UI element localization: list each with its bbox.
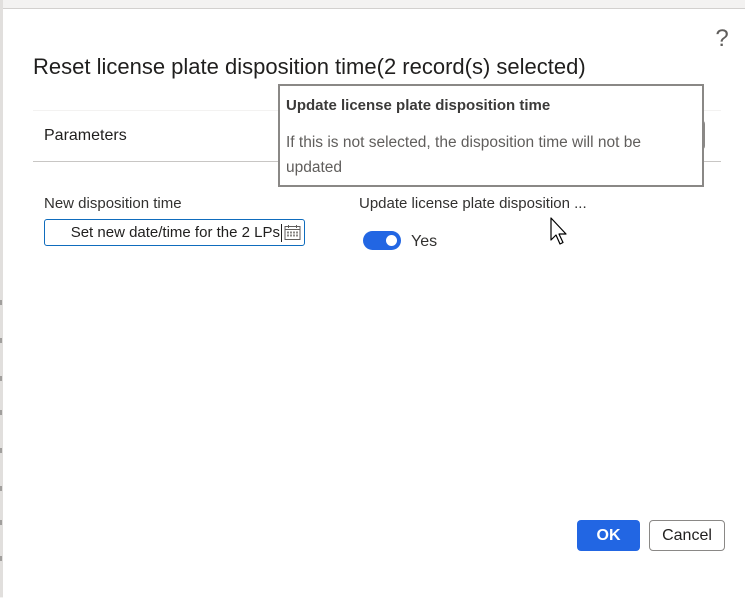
date-input-value: Set new date/time for the 2 LPs [70, 224, 280, 241]
update-disposition-label: Update license plate disposition ... [359, 195, 587, 212]
new-disposition-time-input[interactable]: Set new date/time for the 2 LPs [44, 219, 305, 246]
field-help-tooltip: Update license plate disposition time If… [278, 84, 704, 187]
help-icon[interactable]: ? [711, 25, 733, 53]
text-caret [281, 224, 282, 242]
section-title: Parameters [44, 127, 127, 144]
ok-button[interactable]: OK [577, 520, 640, 551]
cancel-button[interactable]: Cancel [649, 520, 725, 551]
calendar-icon[interactable] [284, 224, 301, 241]
update-disposition-toggle[interactable] [363, 231, 401, 250]
tooltip-body: If this is not selected, the disposition… [286, 134, 641, 176]
mouse-pointer-icon [550, 217, 567, 245]
new-disposition-time-label: New disposition time [44, 195, 182, 212]
dialog-title: Reset license plate disposition time(2 r… [33, 54, 586, 79]
tooltip-title: Update license plate disposition time [286, 97, 551, 114]
toggle-state-label: Yes [411, 233, 438, 250]
reset-disposition-dialog: ? Reset license plate disposition time(2… [3, 8, 745, 598]
toggle-knob [386, 235, 397, 246]
